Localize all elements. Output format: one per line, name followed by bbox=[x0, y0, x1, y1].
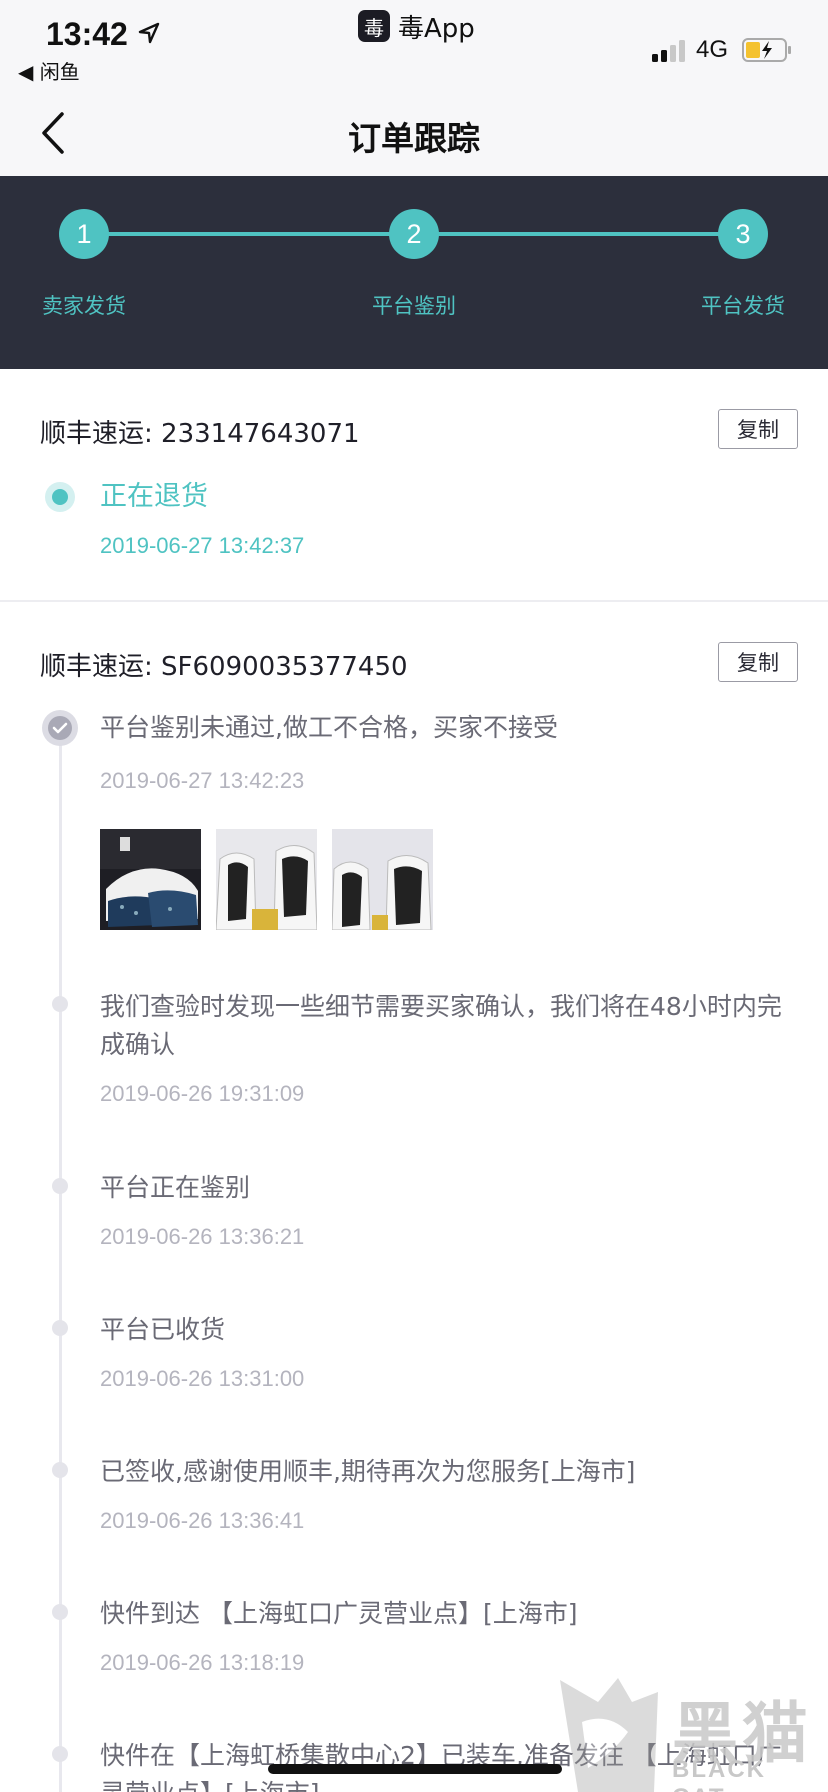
inspection-photo-thumbnail[interactable] bbox=[100, 829, 201, 930]
carrier-tracking-number: 顺丰速运: SF6090035377450 bbox=[40, 652, 408, 682]
step-2-circle: 2 bbox=[389, 209, 439, 259]
inspection-photo-thumbnail[interactable] bbox=[332, 829, 433, 930]
timeline-dot-icon bbox=[52, 1462, 68, 1478]
cellular-signal-icon bbox=[652, 40, 685, 62]
active-status-dot-icon bbox=[45, 482, 75, 512]
event-title: 平台鉴别未通过,做工不合格，买家不接受 bbox=[100, 713, 558, 742]
event-time: 2019-06-27 13:42:23 bbox=[100, 768, 305, 793]
app-indicator: 毒 毒App bbox=[354, 8, 487, 44]
timeline-dot-icon bbox=[52, 996, 68, 1012]
event-time: 2019-06-26 13:18:19 bbox=[100, 1650, 305, 1675]
copy-button[interactable]: 复制 bbox=[718, 642, 798, 682]
event-title: 平台正在鉴别 bbox=[100, 1173, 251, 1202]
event-time: 2019-06-26 13:31:00 bbox=[100, 1366, 305, 1391]
event-title: 快件到达 【上海虹口广灵营业点】[上海市] bbox=[100, 1599, 578, 1628]
app-name: 毒App bbox=[398, 13, 475, 44]
step-2-label: 平台鉴别 bbox=[372, 294, 456, 318]
event-title: 我们查验时发现一些细节需要买家确认，我们将在48小时内完成确认 bbox=[100, 992, 782, 1059]
copy-button[interactable]: 复制 bbox=[718, 409, 798, 449]
timeline-dot-icon bbox=[52, 1746, 68, 1762]
step-1-label: 卖家发货 bbox=[42, 294, 126, 318]
event-title: 正在退货 bbox=[100, 481, 208, 512]
event-title: 已签收,感谢使用顺丰,期待再次为您服务[上海市] bbox=[100, 1457, 636, 1486]
status-bar: 13:42 ◀ 闲鱼 毒 毒App 4G bbox=[0, 0, 828, 92]
event-time: 2019-06-27 13:42:37 bbox=[100, 533, 305, 558]
navigation-bar: 订单跟踪 bbox=[0, 92, 828, 176]
status-time: 13:42 bbox=[46, 16, 128, 52]
timeline-dot-icon bbox=[52, 1604, 68, 1620]
progress-connector bbox=[436, 232, 720, 236]
inspection-photo-thumbnail[interactable] bbox=[216, 829, 317, 930]
step-3-circle: 3 bbox=[718, 209, 768, 259]
event-time: 2019-06-26 13:36:41 bbox=[100, 1508, 305, 1533]
home-indicator[interactable] bbox=[268, 1764, 562, 1774]
event-time: 2019-06-26 13:36:21 bbox=[100, 1224, 305, 1249]
timeline-line bbox=[59, 726, 62, 1792]
page-title: 订单跟踪 bbox=[348, 119, 480, 158]
step-1-circle: 1 bbox=[59, 209, 109, 259]
back-to-app-link[interactable]: ◀ 闲鱼 bbox=[18, 56, 80, 85]
completed-check-icon bbox=[42, 710, 78, 746]
event-time: 2019-06-26 19:31:09 bbox=[100, 1081, 305, 1106]
return-shipment-section: 顺丰速运: 233147643071 复制 正在退货 2019-06-27 13… bbox=[0, 369, 828, 601]
order-progress-steps: 1 2 3 卖家发货 平台鉴别 平台发货 bbox=[0, 176, 828, 369]
timeline-dot-icon bbox=[52, 1320, 68, 1336]
inbound-shipment-section: 顺丰速运: SF6090035377450 复制 平台鉴别未通过,做工不合格，买… bbox=[0, 602, 828, 1792]
watermark-subtext: BLACK CAT bbox=[672, 1756, 766, 1792]
network-type: 4G bbox=[696, 36, 729, 63]
step-3-label: 平台发货 bbox=[701, 294, 785, 318]
event-title: 平台已收货 bbox=[100, 1315, 226, 1344]
timeline-dot-icon bbox=[52, 1178, 68, 1194]
battery-charging-icon bbox=[742, 38, 791, 62]
carrier-tracking-number: 顺丰速运: 233147643071 bbox=[40, 419, 360, 449]
progress-connector bbox=[108, 232, 392, 236]
location-arrow-icon bbox=[138, 22, 160, 44]
app-logo-icon: 毒 bbox=[358, 10, 390, 42]
